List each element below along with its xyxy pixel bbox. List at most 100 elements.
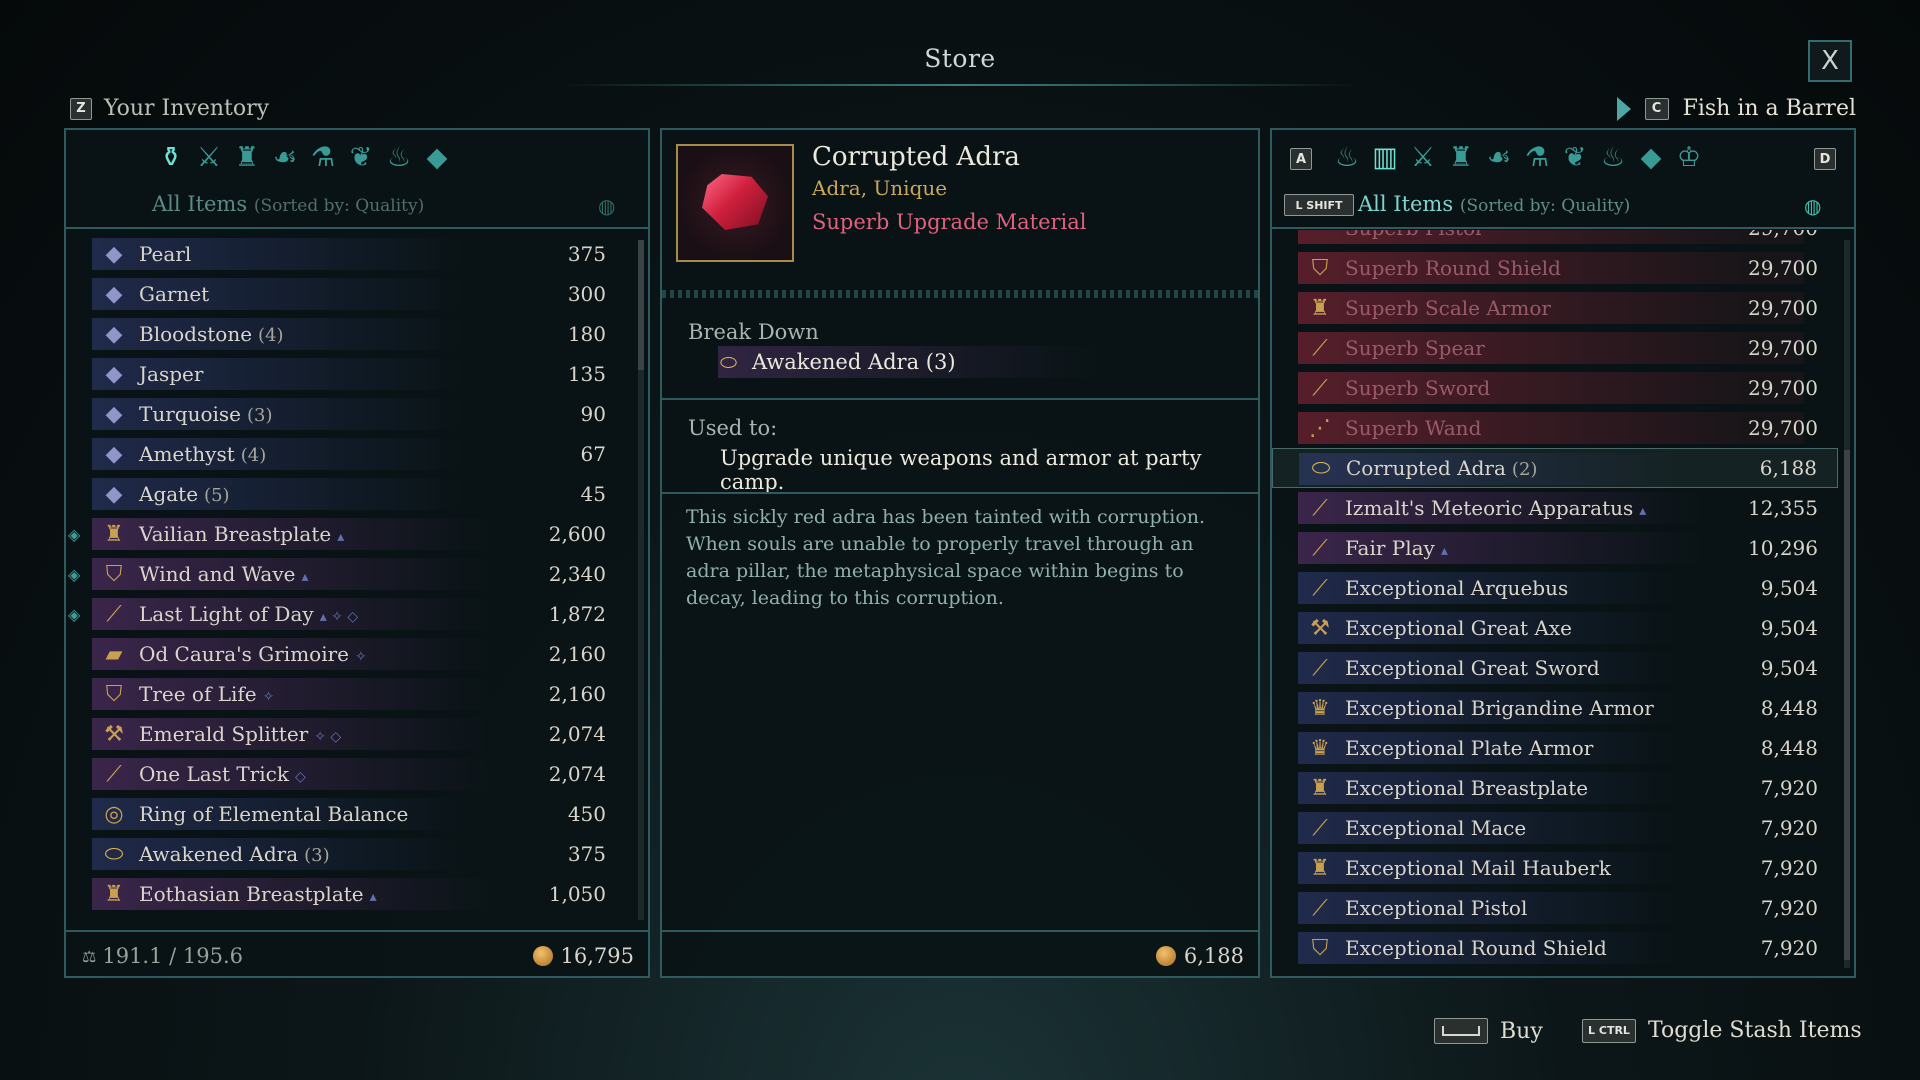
- item-name: Superb Spear: [1345, 336, 1485, 360]
- item-price: 29,700: [1748, 230, 1818, 240]
- list-item[interactable]: ◎ Ring of Elemental Balance 450: [66, 794, 626, 834]
- inventory-scrollbar-thumb[interactable]: [638, 240, 644, 370]
- list-item[interactable]: ♛ Exceptional Brigandine Armor 8,448: [1272, 688, 1838, 728]
- weapons-icon[interactable]: ⚔: [1404, 142, 1442, 173]
- item-price: 135: [567, 362, 606, 386]
- list-item[interactable]: ◆ Garnet 300: [66, 274, 626, 314]
- list-item[interactable]: ◆ Amethyst (4) 67: [66, 434, 626, 474]
- item-name: Exceptional Great Axe: [1345, 616, 1573, 640]
- weapons-icon[interactable]: ⚔: [190, 142, 228, 173]
- list-item[interactable]: ◆ Agate (5) 45: [66, 474, 626, 514]
- vendor-sort-order: (Sorted by: Quality): [1459, 196, 1631, 216]
- breastplate-icon: ♜: [104, 881, 124, 907]
- all-items-icon[interactable]: ▥: [1366, 142, 1404, 173]
- sort-toggle-icon[interactable]: ◍: [598, 194, 615, 218]
- item-price: 9,504: [1760, 576, 1818, 600]
- buy-prompt[interactable]: Buy: [1434, 1018, 1543, 1044]
- list-item[interactable]: ⟋ Exceptional Great Sword 9,504: [1272, 648, 1838, 688]
- ingredients-icon[interactable]: ❦: [1556, 142, 1594, 173]
- armor-icon[interactable]: ♜: [1442, 142, 1480, 173]
- crown-icon[interactable]: ♔: [1670, 142, 1708, 173]
- list-item[interactable]: ♜ Exceptional Mail Hauberk 7,920: [1272, 848, 1838, 888]
- vendor-scrollbar-thumb[interactable]: [1844, 450, 1850, 960]
- toggle-stash-prompt[interactable]: L CTRL Toggle Stash Items: [1582, 1018, 1862, 1043]
- list-item[interactable]: ⟋ Izmalt's Meteoric Apparatus ▴ 12,355: [1272, 488, 1838, 528]
- item-price: 29,700: [1748, 376, 1818, 400]
- list-item[interactable]: ◈ ♜ Vailian Breastplate ▴ 2,600: [66, 514, 626, 554]
- list-item[interactable]: ⟋ Superb Spear 29,700: [1272, 328, 1838, 368]
- gems-icon[interactable]: ◆: [1632, 142, 1670, 173]
- sort-toggle-icon[interactable]: ◍: [1804, 194, 1821, 218]
- list-item[interactable]: ◆ Jasper 135: [66, 354, 626, 394]
- vendor-scrollbar[interactable]: [1844, 240, 1850, 968]
- item-price: 2,160: [548, 642, 606, 666]
- item-price: 8,448: [1760, 696, 1818, 720]
- gems-icon[interactable]: ◆: [418, 142, 456, 173]
- list-item[interactable]: ⋰ Superb Wand 29,700: [1272, 408, 1838, 448]
- item-portrait: [676, 144, 794, 262]
- list-item[interactable]: ⛉ Exceptional Round Shield 7,920: [1272, 928, 1838, 968]
- item-price: 29,700: [1748, 336, 1818, 360]
- list-item[interactable]: ⛉ Superb Round Shield 29,700: [1272, 248, 1838, 288]
- food-icon[interactable]: ♨: [1328, 142, 1366, 173]
- item-detail-panel: Corrupted Adra Adra, Unique Superb Upgra…: [660, 128, 1260, 978]
- list-item[interactable]: ◆ Bloodstone (4) 180: [66, 314, 626, 354]
- accessories-icon[interactable]: ☙: [266, 142, 304, 173]
- inventory-sort-order: (Sorted by: Quality): [253, 196, 425, 216]
- prev-category-key[interactable]: A: [1290, 148, 1312, 170]
- list-item[interactable]: ▰ Od Caura's Grimoire ✧ 2,160: [66, 634, 626, 674]
- gem-icon: ◆: [105, 441, 123, 467]
- armor-icon: ♛: [1310, 695, 1330, 721]
- accessories-icon[interactable]: ☙: [1480, 142, 1518, 173]
- equipped-marker-icon: ◈: [68, 604, 81, 624]
- item-name: Amethyst (4): [139, 442, 267, 466]
- list-item-partial[interactable]: Superb Pistol 29,700: [1272, 230, 1838, 248]
- item-price: 375: [567, 842, 606, 866]
- armor-icon[interactable]: ♜: [228, 142, 266, 173]
- list-item[interactable]: ⟋ Superb Sword 29,700: [1272, 368, 1838, 408]
- list-item[interactable]: ◆ Turquoise (3) 90: [66, 394, 626, 434]
- item-price: 9,504: [1760, 616, 1818, 640]
- consumables-icon[interactable]: ⚗: [304, 142, 342, 173]
- vendor-name: Fish in a Barrel: [1682, 96, 1856, 121]
- lamp-icon[interactable]: ♨: [380, 142, 418, 173]
- item-name: Izmalt's Meteoric Apparatus ▴: [1345, 496, 1647, 520]
- inventory-scrollbar[interactable]: [638, 240, 644, 920]
- consumables-icon[interactable]: ⚗: [1518, 142, 1556, 173]
- vendor-sort-label[interactable]: All Items (Sorted by: Quality): [1358, 192, 1630, 216]
- list-item[interactable]: ⛉ Tree of Life ✧ 2,160: [66, 674, 626, 714]
- ingredients-icon[interactable]: ❦: [342, 142, 380, 173]
- list-item[interactable]: ⟋ Exceptional Arquebus 9,504: [1272, 568, 1838, 608]
- list-item[interactable]: ⬭ Awakened Adra (3) 375: [66, 834, 626, 874]
- list-item[interactable]: ♜ Superb Scale Armor 29,700: [1272, 288, 1838, 328]
- all-items-icon[interactable]: ⚱: [152, 142, 190, 173]
- shield-icon: ⛉: [1311, 935, 1329, 961]
- list-item[interactable]: ♛ Exceptional Plate Armor 8,448: [1272, 728, 1838, 768]
- awakened-adra-icon: ⬭: [720, 350, 738, 374]
- list-item[interactable]: ⟋ Exceptional Mace 7,920: [1272, 808, 1838, 848]
- list-item[interactable]: ⚒ Exceptional Great Axe 9,504: [1272, 608, 1838, 648]
- item-price: 2,160: [548, 682, 606, 706]
- list-item[interactable]: ♜ Eothasian Breastplate ▴ 1,050: [66, 874, 626, 914]
- list-item[interactable]: ◈ ⟋ Last Light of Day ▴ ✧ ◇ 1,872: [66, 594, 626, 634]
- lamp-icon[interactable]: ♨: [1594, 142, 1632, 173]
- item-name: Exceptional Round Shield: [1345, 936, 1607, 960]
- item-quantity: (4): [240, 445, 267, 466]
- item-name: Awakened Adra (3): [139, 842, 330, 866]
- item-price: 450: [567, 802, 606, 826]
- list-item[interactable]: ⚒ Emerald Splitter ✧ ◇ 2,074: [66, 714, 626, 754]
- list-item[interactable]: ◈ ⛉ Wind and Wave ▴ 2,340: [66, 554, 626, 594]
- inventory-header-divider: [66, 227, 648, 229]
- list-item[interactable]: ⟋ Fair Play ▴ 10,296: [1272, 528, 1838, 568]
- list-item[interactable]: ⬭ Corrupted Adra (2) 6,188: [1272, 448, 1838, 488]
- item-price: 2,074: [548, 722, 606, 746]
- inventory-sort-label[interactable]: All Items (Sorted by: Quality): [152, 192, 424, 216]
- shield-icon: ⛉: [105, 681, 123, 707]
- close-button[interactable]: X: [1808, 40, 1852, 82]
- list-item[interactable]: ⟋ Exceptional Pistol 7,920: [1272, 888, 1838, 928]
- list-item[interactable]: ◆ Pearl 375: [66, 234, 626, 274]
- list-item[interactable]: ⟋ One Last Trick ◇ 2,074: [66, 754, 626, 794]
- next-category-key[interactable]: D: [1814, 148, 1836, 170]
- list-item[interactable]: ♜ Exceptional Breastplate 7,920: [1272, 768, 1838, 808]
- sword-icon: ⟋: [1312, 375, 1328, 401]
